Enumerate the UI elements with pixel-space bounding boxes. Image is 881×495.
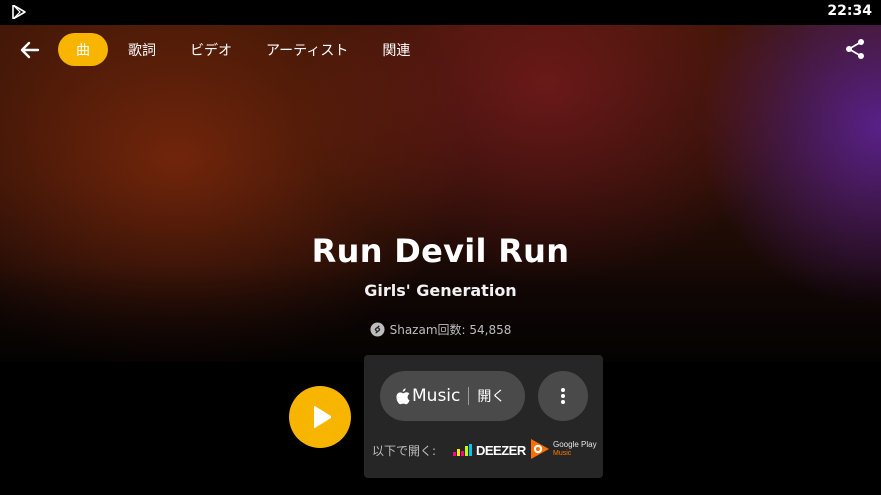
shazam-count-text: Shazam回数: 54,858 bbox=[389, 323, 512, 337]
music-label: Music bbox=[553, 450, 572, 457]
status-time: 22:34 bbox=[827, 3, 872, 19]
open-in-panel: Music 開く 以下で開く: DEEZER Google Play Music bbox=[364, 355, 603, 478]
song-title: Run Devil Run bbox=[311, 232, 570, 270]
tab-label: ビデオ bbox=[190, 42, 232, 59]
play-button[interactable] bbox=[289, 386, 351, 448]
tab-artist[interactable]: アーティスト bbox=[254, 33, 360, 66]
apple-music-label: Music bbox=[412, 386, 461, 406]
divider bbox=[468, 387, 470, 405]
tab-label: 歌詞 bbox=[128, 42, 156, 59]
shazam-icon bbox=[370, 322, 385, 337]
status-bar: 22:34 bbox=[0, 0, 881, 25]
shazam-count: Shazam回数: 54,858 bbox=[0, 321, 881, 338]
more-vert-icon bbox=[561, 388, 565, 392]
more-options-button[interactable] bbox=[538, 371, 588, 421]
play-icon bbox=[314, 406, 332, 428]
tab-video[interactable]: ビデオ bbox=[178, 33, 244, 66]
tab-bar: 曲 歌詞 ビデオ アーティスト 関連 bbox=[58, 33, 432, 66]
tab-lyrics[interactable]: 歌詞 bbox=[116, 33, 168, 66]
hero-background bbox=[0, 25, 881, 362]
deezer-label: DEEZER bbox=[476, 442, 526, 458]
share-icon[interactable] bbox=[844, 38, 866, 60]
deezer-logo-icon bbox=[453, 444, 473, 456]
open-with-label: 以下で開く: bbox=[372, 444, 437, 458]
tab-label: 曲 bbox=[76, 42, 90, 59]
tab-related[interactable]: 関連 bbox=[370, 33, 422, 66]
open-label: 開く bbox=[477, 389, 506, 405]
tab-label: 関連 bbox=[382, 42, 411, 59]
arrow-left-icon[interactable] bbox=[18, 38, 42, 62]
apple-music-open-button[interactable]: Music 開く bbox=[380, 371, 525, 421]
google-play-label: Google Play bbox=[553, 440, 597, 449]
apple-icon bbox=[396, 387, 410, 404]
deezer-link[interactable]: DEEZER bbox=[453, 441, 526, 459]
artist-name[interactable]: Girls' Generation bbox=[0, 281, 881, 300]
tab-song[interactable]: 曲 bbox=[58, 33, 108, 66]
google-play-music-link[interactable]: Google Play Music bbox=[530, 437, 597, 461]
google-play-music-icon bbox=[531, 439, 549, 459]
tab-label: アーティスト bbox=[266, 42, 349, 59]
play-store-icon bbox=[12, 5, 26, 19]
